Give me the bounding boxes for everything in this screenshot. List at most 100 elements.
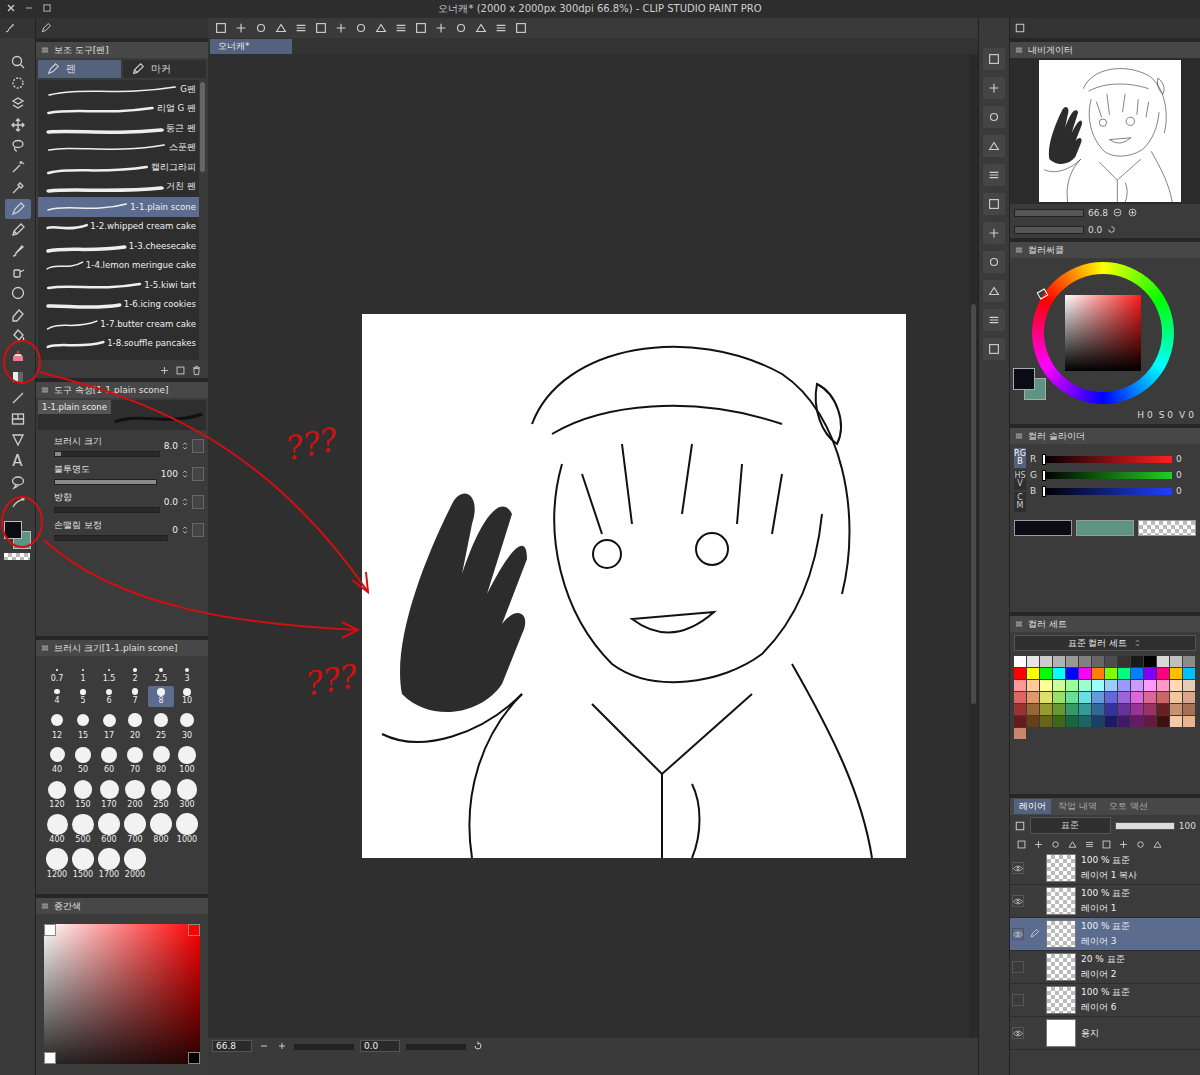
maximize-icon[interactable]	[42, 3, 52, 13]
command-icon[interactable]	[234, 21, 248, 35]
property-value-text[interactable]: 100	[161, 469, 178, 479]
layer-tool-icon[interactable]	[1016, 839, 1027, 850]
corner-color[interactable]	[44, 1052, 56, 1064]
tool-button[interactable]	[5, 199, 31, 219]
brush-row[interactable]: 1-2.whipped cream cake	[38, 217, 199, 237]
color-swatch[interactable]	[1118, 692, 1130, 703]
property-value-text[interactable]: 8.0	[164, 441, 178, 451]
color-swatch[interactable]	[1079, 680, 1091, 691]
channel-knob[interactable]	[1042, 454, 1046, 465]
color-swatch[interactable]	[1053, 716, 1065, 727]
color-swatch[interactable]	[1053, 668, 1065, 679]
color-swatch[interactable]	[1014, 728, 1026, 739]
color-swatch[interactable]	[1118, 656, 1130, 667]
channel-value[interactable]: 0	[1176, 454, 1196, 464]
tool-button[interactable]	[5, 472, 31, 492]
intermediate-grid[interactable]	[44, 924, 200, 1064]
transparent-color[interactable]	[4, 553, 30, 560]
color-swatch[interactable]	[1157, 680, 1169, 691]
corner-color[interactable]	[188, 1052, 200, 1064]
panel-menu-icon[interactable]	[40, 45, 50, 55]
command-icon[interactable]	[294, 21, 308, 35]
color-swatch[interactable]	[1131, 668, 1143, 679]
tool-button[interactable]	[5, 325, 31, 345]
brush-size-cell[interactable]: 80	[148, 742, 174, 776]
spinner-icon[interactable]	[180, 440, 190, 452]
color-swatch[interactable]	[1040, 704, 1052, 715]
color-swatch[interactable]	[1040, 668, 1052, 679]
command-icon[interactable]	[414, 21, 428, 35]
color-swatch[interactable]	[1066, 716, 1078, 727]
command-icon[interactable]	[434, 21, 448, 35]
brush-size-cell[interactable]: 200	[122, 777, 148, 811]
color-set-dropdown[interactable]: 표준 컬러 세트	[1014, 635, 1196, 651]
panel-menu-icon[interactable]	[1014, 45, 1024, 55]
brush-row[interactable]: 1-3.cheesecake	[38, 236, 199, 256]
brush-size-cell[interactable]: 3	[174, 664, 200, 685]
color-swatch[interactable]	[1118, 716, 1130, 727]
brush-size-cell[interactable]: 150	[70, 777, 96, 811]
color-swatch[interactable]	[1079, 704, 1091, 715]
color-swatch[interactable]	[1170, 668, 1182, 679]
color-swatch[interactable]	[1053, 704, 1065, 715]
visibility-toggle[interactable]	[1012, 994, 1024, 1006]
command-icon[interactable]	[494, 21, 508, 35]
pen-icon[interactable]	[40, 22, 52, 34]
color-swatch[interactable]	[1053, 680, 1065, 691]
color-swatch[interactable]	[1053, 692, 1065, 703]
property-slider[interactable]	[54, 451, 160, 457]
scroll-thumb[interactable]	[200, 82, 205, 172]
color-swatch[interactable]	[1118, 704, 1130, 715]
layer-tool-icon[interactable]	[1101, 839, 1112, 850]
drawing-canvas[interactable]	[362, 314, 906, 858]
sub-color[interactable]	[1076, 520, 1134, 536]
command-icon[interactable]	[214, 21, 228, 35]
color-swatch[interactable]	[1157, 668, 1169, 679]
brush-size-cell[interactable]: 50	[70, 742, 96, 776]
brush-size-cell[interactable]: 12	[44, 708, 70, 742]
color-swatch[interactable]	[1144, 704, 1156, 715]
color-swatch[interactable]	[1105, 704, 1117, 715]
brush-icon[interactable]	[4, 22, 16, 34]
dock-button[interactable]	[983, 77, 1005, 99]
layer-tool-icon[interactable]	[1050, 839, 1061, 850]
brush-size-cell[interactable]: 170	[96, 777, 122, 811]
color-swatch[interactable]	[1144, 716, 1156, 727]
brush-size-cell[interactable]: 1	[70, 664, 96, 685]
color-swatch[interactable]	[1027, 704, 1039, 715]
dock-button[interactable]	[983, 280, 1005, 302]
command-icon[interactable]	[274, 21, 288, 35]
color-swatch[interactable]	[1092, 704, 1104, 715]
zoom-in-icon[interactable]	[276, 1040, 288, 1052]
angle-slider[interactable]	[406, 1044, 466, 1050]
color-swatch[interactable]	[1157, 716, 1169, 727]
brush-row[interactable]: G펜	[38, 80, 199, 100]
zoom-out-icon[interactable]	[1112, 207, 1123, 218]
color-swatch[interactable]	[1027, 680, 1039, 691]
color-swatch[interactable]	[1183, 692, 1195, 703]
color-swatch[interactable]	[1066, 692, 1078, 703]
color-swatch[interactable]	[1105, 668, 1117, 679]
layer-tool-icon[interactable]	[1135, 839, 1146, 850]
color-swatch[interactable]	[1118, 680, 1130, 691]
panel-menu-icon[interactable]	[40, 901, 50, 911]
color-swatch[interactable]	[1183, 680, 1195, 691]
command-icon[interactable]	[314, 21, 328, 35]
layer-tab[interactable]: 레이어	[1014, 799, 1051, 814]
visibility-toggle[interactable]	[1012, 895, 1024, 907]
zoom-field[interactable]: 66.8	[212, 1040, 252, 1052]
color-swatch[interactable]	[1027, 692, 1039, 703]
brush-row[interactable]: 1-4.lemon meringue cake	[38, 256, 199, 276]
tool-button[interactable]: A	[5, 451, 31, 471]
color-swatch[interactable]	[1131, 656, 1143, 667]
property-value[interactable]: 0.0	[164, 495, 204, 509]
dock-button[interactable]	[983, 251, 1005, 273]
layer-tab[interactable]: 오토 액션	[1104, 799, 1153, 814]
minimize-icon[interactable]	[24, 3, 34, 13]
brush-size-cell[interactable]: 8	[148, 686, 174, 707]
color-swatch[interactable]	[1131, 716, 1143, 727]
color-swatch[interactable]	[1053, 656, 1065, 667]
rotation-slider[interactable]	[1014, 226, 1084, 234]
tool-button[interactable]	[5, 115, 31, 135]
color-swatch[interactable]	[1040, 680, 1052, 691]
